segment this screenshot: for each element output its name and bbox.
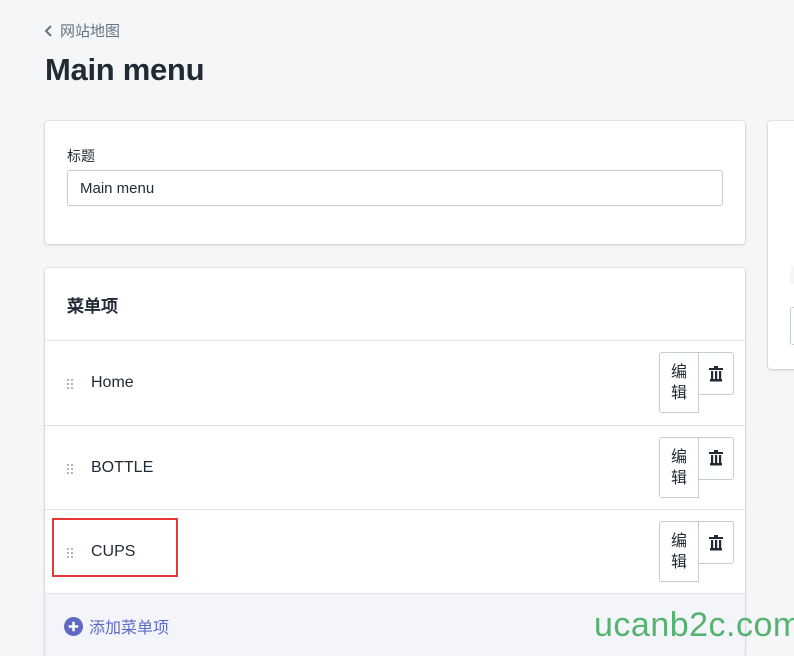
add-menu-item-label: 添加菜单项	[89, 620, 170, 637]
delete-button[interactable]	[698, 521, 734, 564]
page-title: Main menu	[45, 52, 205, 87]
drag-handle-icon[interactable]	[67, 548, 75, 560]
menu-item-row: Home 编辑	[45, 340, 745, 425]
trash-icon	[709, 534, 723, 550]
plus-circle-icon	[64, 616, 83, 636]
drag-handle-icon[interactable]	[67, 463, 75, 476]
side-card-button[interactable]	[790, 307, 794, 345]
menu-items-heading: 菜单项	[67, 297, 118, 316]
edit-button[interactable]: 编辑	[659, 436, 699, 498]
menu-item-label: Home	[91, 374, 134, 391]
edit-button[interactable]: 编辑	[659, 521, 699, 582]
watermark: ucanb2c.com	[594, 606, 794, 644]
trash-icon	[709, 450, 723, 466]
breadcrumb-back-link[interactable]: 网站地图	[44, 20, 120, 41]
title-input[interactable]	[67, 170, 723, 206]
drag-handle-icon[interactable]	[67, 379, 75, 391]
delete-button[interactable]	[698, 352, 734, 395]
side-card-code	[790, 266, 794, 284]
menu-item-label: BOTTLE	[91, 458, 154, 476]
trash-icon	[709, 365, 723, 381]
menu-item-label: CUPS	[91, 543, 136, 560]
edit-button[interactable]: 编辑	[659, 352, 699, 413]
menu-item-row: BOTTLE 编辑	[45, 424, 745, 510]
menu-item-row: CUPS 编辑	[45, 509, 745, 594]
delete-button[interactable]	[698, 436, 734, 480]
title-card: 标题	[45, 121, 745, 244]
side-card	[768, 121, 794, 369]
chevron-left-icon	[44, 24, 52, 37]
breadcrumb-label: 网站地图	[60, 23, 121, 40]
title-label: 标题	[67, 148, 95, 164]
add-menu-item-button[interactable]: 添加菜单项	[64, 614, 169, 638]
menu-items-card: 菜单项 Home 编辑 BOTTLE 编辑 CUPS 编辑 添加菜单项	[45, 268, 745, 656]
